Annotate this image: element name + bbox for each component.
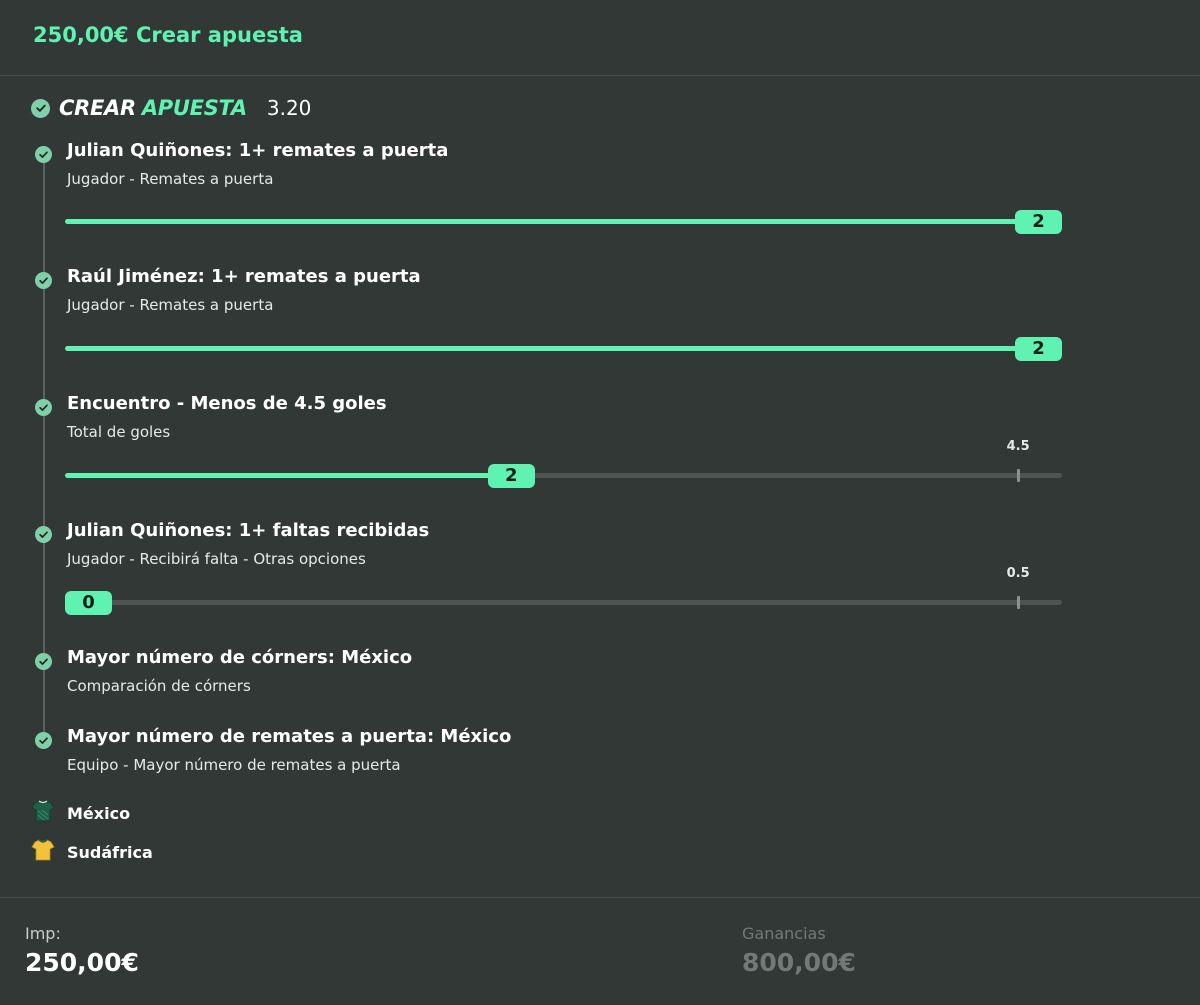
slider-track xyxy=(65,600,1062,605)
brand-part-1: CREAR xyxy=(59,96,136,120)
jersey-icon xyxy=(31,838,55,866)
slider-fill xyxy=(65,473,512,478)
slider-threshold-label: 4.5 xyxy=(1006,439,1030,454)
stake-label: Imp: xyxy=(25,924,61,943)
leg-title: Julian Quiñones: 1+ faltas recibidas xyxy=(67,520,430,541)
brand-part-2: APUESTA xyxy=(141,96,247,120)
check-icon xyxy=(35,146,52,163)
slider-thumb[interactable]: 2 xyxy=(1015,210,1062,234)
leg-title: Julian Quiñones: 1+ remates a puerta xyxy=(67,140,449,161)
bet-builder-header: CREAR APUESTA 3.20 xyxy=(31,94,311,122)
team-row-sudafrica: Sudáfrica xyxy=(31,838,153,866)
selection-slider[interactable]: 2 xyxy=(65,334,1062,364)
team-row-mexico: México xyxy=(31,799,130,827)
leg-subtitle: Jugador - Recibirá falta - Otras opcione… xyxy=(67,550,366,568)
header-title[interactable]: 250,00€ Crear apuesta xyxy=(33,23,303,47)
slider-threshold-tick xyxy=(1016,469,1020,482)
winnings-value: 800,00€ xyxy=(742,948,856,977)
bet-footer: Imp: 250,00€ Ganancias 800,00€ xyxy=(0,897,1200,1005)
slider-thumb[interactable]: 2 xyxy=(1015,337,1062,361)
selection-slider[interactable]: 4.5 2 xyxy=(65,439,1062,491)
check-icon xyxy=(35,732,52,749)
combined-odds: 3.20 xyxy=(266,96,312,120)
check-icon xyxy=(31,98,50,118)
selection-slider[interactable]: 0.5 0 xyxy=(65,566,1062,618)
bet-builder-logo: CREAR APUESTA xyxy=(59,96,247,120)
header: 250,00€ Crear apuesta xyxy=(0,0,1200,76)
leg-title: Mayor número de córners: México xyxy=(67,647,413,668)
leg-title: Raúl Jiménez: 1+ remates a puerta xyxy=(67,266,421,287)
check-icon xyxy=(35,272,52,289)
check-icon xyxy=(35,526,52,543)
slider-threshold-tick xyxy=(1016,596,1020,609)
leg-subtitle: Jugador - Remates a puerta xyxy=(67,170,274,188)
slider-threshold-label: 0.5 xyxy=(1006,566,1030,581)
team-name: Sudáfrica xyxy=(67,842,153,862)
leg-subtitle: Comparación de córners xyxy=(67,677,251,695)
check-icon xyxy=(35,399,52,416)
slider-thumb[interactable]: 2 xyxy=(487,464,535,488)
stake-input[interactable]: 250,00€ xyxy=(25,948,139,977)
leg-subtitle: Jugador - Remates a puerta xyxy=(67,296,274,314)
leg-subtitle: Total de goles xyxy=(67,423,171,441)
leg-title: Encuentro - Menos de 4.5 goles xyxy=(67,393,387,414)
selection-slider[interactable]: 2 xyxy=(65,207,1062,237)
check-icon xyxy=(35,653,52,670)
leg-subtitle: Equipo - Mayor número de remates a puert… xyxy=(67,756,401,774)
team-name: México xyxy=(67,803,131,823)
slider-fill xyxy=(65,346,1039,351)
jersey-icon xyxy=(31,799,55,827)
leg-title: Mayor número de remates a puerta: México xyxy=(67,726,512,747)
slider-thumb[interactable]: 0 xyxy=(65,591,112,615)
timeline-line xyxy=(43,152,45,740)
winnings-label: Ganancias xyxy=(742,924,826,943)
slider-fill xyxy=(65,219,1039,224)
